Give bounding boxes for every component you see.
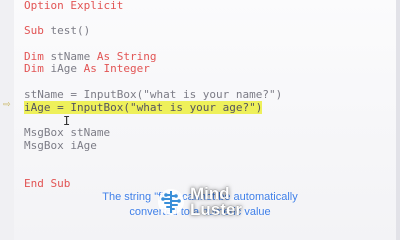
code-text: test(): [50, 24, 91, 38]
code-line: Sub test(): [24, 25, 282, 38]
code-line: MsgBox iAge: [24, 138, 282, 153]
vertical-scrollbar[interactable]: [396, 0, 400, 240]
mindluster-watermark: Mind Luster: [156, 185, 242, 219]
code-keyword: As String: [96, 49, 157, 63]
code-line: Option Explicit: [24, 0, 282, 13]
code-keyword: End Sub: [24, 176, 71, 190]
code-keyword: As Integer: [83, 62, 150, 76]
margin-indicator-bar[interactable]: [0, 0, 14, 240]
code-keyword: Dim: [24, 49, 51, 63]
code-text: stName: [50, 49, 97, 63]
code-text: stName = InputBox("what is your name?"): [24, 87, 283, 101]
text-cursor-icon: I: [63, 114, 71, 128]
current-statement-highlight: iAge = InputBox("what is your age?"): [24, 100, 263, 114]
code-keyword: Option Explicit: [24, 0, 124, 12]
execution-arrow-icon: ⇨: [3, 100, 11, 110]
code-area[interactable]: Option Explicit Sub test() Dim stName As…: [24, 0, 282, 190]
code-line: Dim iAge As Integer: [24, 63, 282, 76]
brain-logo-icon: [158, 189, 184, 215]
code-text: MsgBox iAge: [24, 138, 97, 152]
logo-text-luster: Luster: [190, 200, 242, 219]
code-text: iAge: [50, 62, 84, 76]
code-keyword: Dim: [24, 62, 51, 76]
code-line: End Sub: [24, 176, 282, 191]
code-keyword: Sub: [24, 24, 51, 38]
code-line-highlighted: iAge = InputBox("what is your age?"): [24, 100, 282, 115]
code-line: stName = InputBox("what is your name?"): [24, 87, 283, 102]
